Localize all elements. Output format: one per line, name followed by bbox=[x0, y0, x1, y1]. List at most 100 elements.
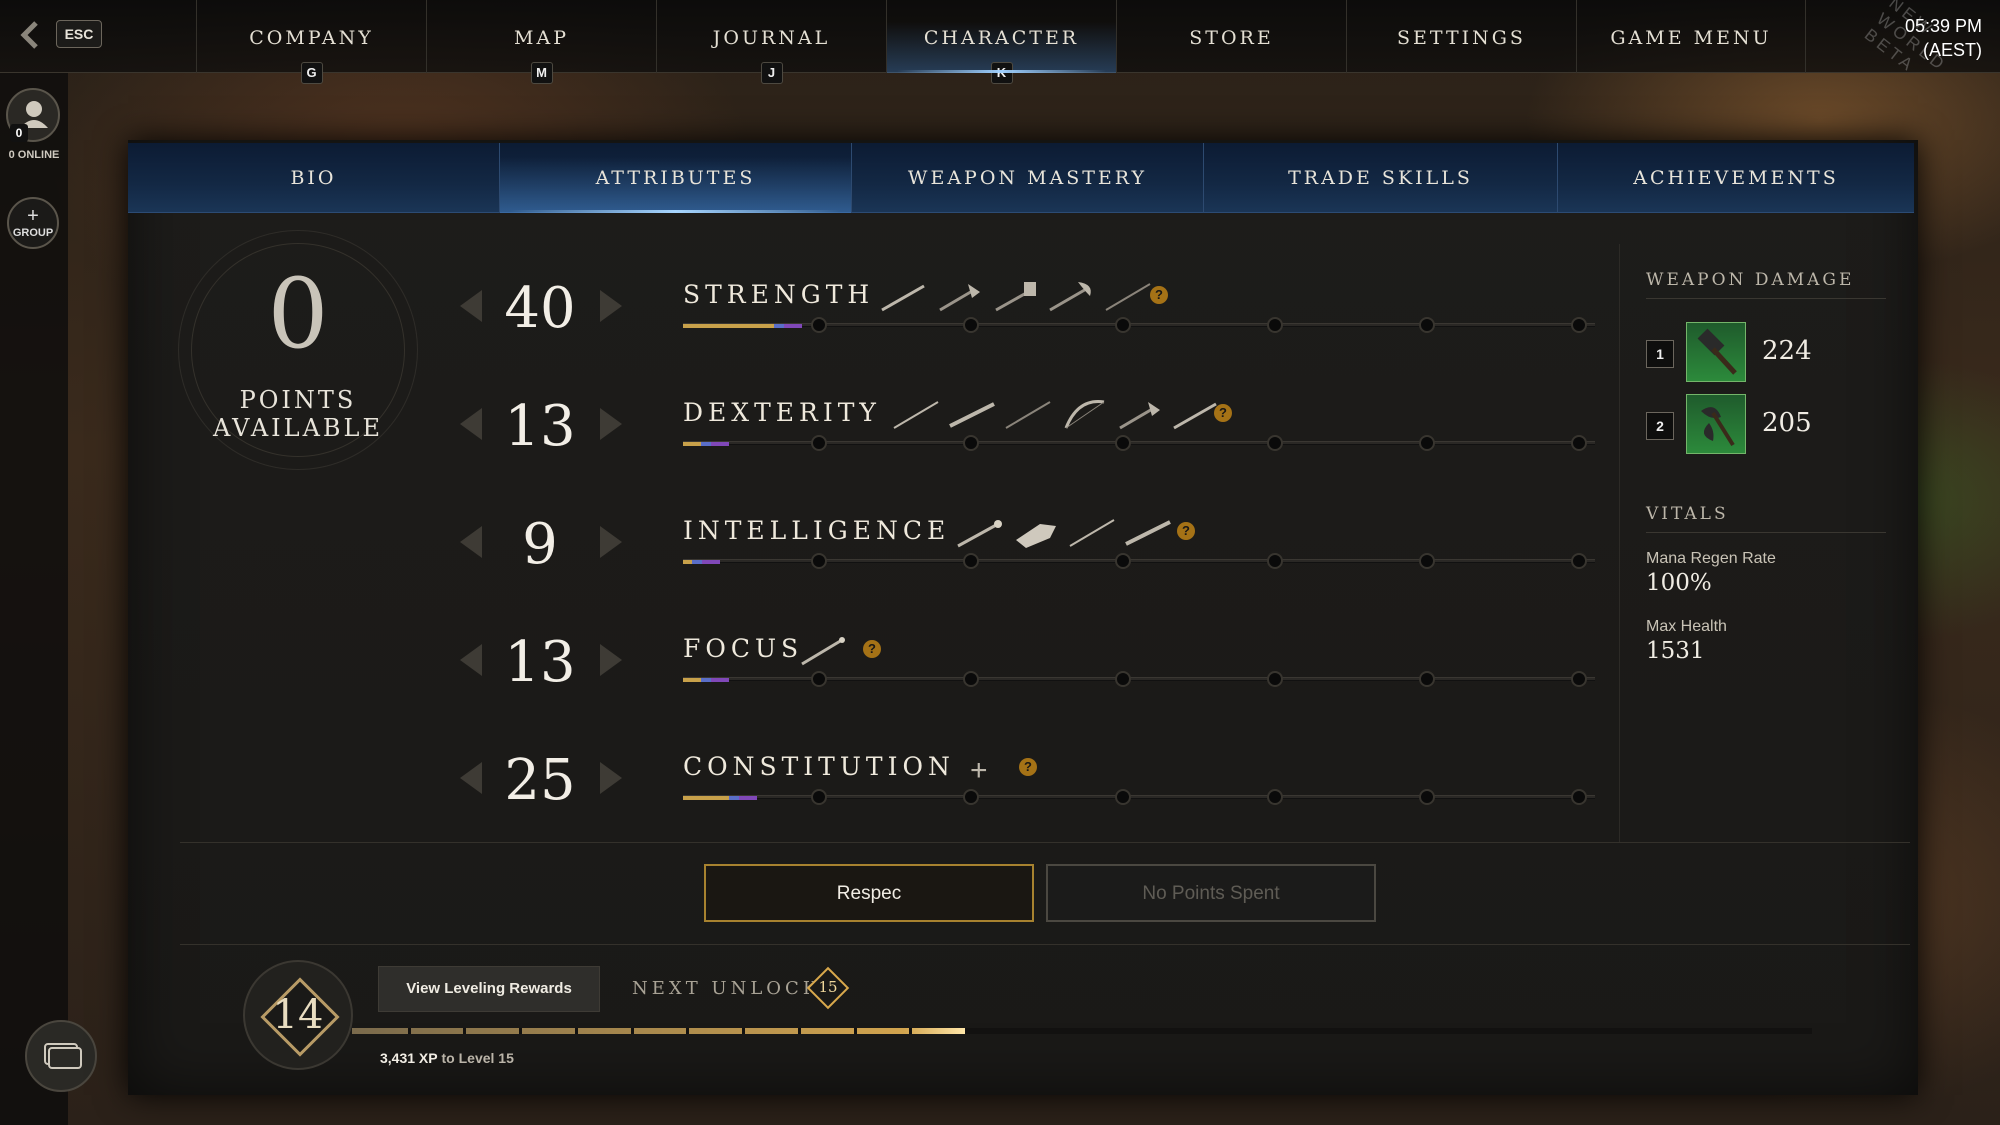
attribute-progress-track bbox=[683, 553, 1595, 569]
warhammer-icon bbox=[990, 280, 1042, 314]
threshold-node bbox=[1267, 789, 1283, 805]
points-available-label: POINTS AVAILABLE bbox=[178, 386, 418, 442]
tab-label: JOURNAL bbox=[712, 27, 831, 49]
help-icon[interactable]: ? bbox=[1214, 404, 1232, 422]
xp-segment-divider bbox=[630, 1028, 634, 1034]
tab-journal[interactable]: JOURNAL J bbox=[656, 0, 886, 84]
tab-map[interactable]: MAP M bbox=[426, 0, 656, 84]
tab-company[interactable]: COMPANY G bbox=[196, 0, 426, 84]
attribute-progress-fill-gear bbox=[711, 678, 729, 682]
xp-remaining-text: 3,431 XP to Level 15 bbox=[380, 1050, 514, 1066]
attribute-progress-fill-gear bbox=[702, 560, 720, 564]
sword-icon bbox=[878, 280, 930, 314]
help-icon[interactable]: ? bbox=[1150, 286, 1168, 304]
attribute-progress-track bbox=[683, 435, 1595, 451]
tab-label: COMPANY bbox=[249, 27, 374, 49]
threshold-node bbox=[1115, 671, 1131, 687]
attribute-progress-track bbox=[683, 789, 1595, 805]
attribute-progress-track bbox=[683, 671, 1595, 687]
chat-button[interactable] bbox=[25, 1020, 97, 1092]
decrease-arrow-button[interactable] bbox=[460, 526, 482, 558]
threshold-node bbox=[1115, 553, 1131, 569]
weapon-slot-1: 1 224 bbox=[1646, 322, 1896, 384]
threshold-node bbox=[963, 553, 979, 569]
spear-icon bbox=[1002, 398, 1054, 432]
xp-target-label: to Level 15 bbox=[441, 1050, 514, 1066]
attribute-name: CONSTITUTION bbox=[683, 752, 955, 781]
current-level: 14 bbox=[272, 992, 324, 1038]
increase-arrow-button[interactable] bbox=[600, 408, 622, 440]
increase-arrow-button[interactable] bbox=[600, 290, 622, 322]
decrease-arrow-button[interactable] bbox=[460, 644, 482, 676]
mana-regen-label: Mana Regen Rate bbox=[1646, 550, 1776, 567]
friends-button[interactable]: 0 bbox=[6, 88, 60, 142]
threshold-node bbox=[1115, 789, 1131, 805]
max-health-value: 1531 bbox=[1646, 638, 1705, 664]
help-icon[interactable]: ? bbox=[863, 640, 881, 658]
attribute-progress-fill-mod bbox=[729, 796, 739, 800]
respec-button[interactable]: Respec bbox=[704, 864, 1034, 922]
threshold-node bbox=[1267, 553, 1283, 569]
decrease-arrow-button[interactable] bbox=[460, 408, 482, 440]
musket-icon bbox=[946, 398, 998, 432]
tab-label: CHARACTER bbox=[923, 27, 1080, 49]
plus-icon: + bbox=[27, 205, 39, 227]
increase-arrow-button[interactable] bbox=[600, 762, 622, 794]
weapon-damage-value: 205 bbox=[1762, 408, 1812, 438]
help-icon[interactable]: ? bbox=[1019, 758, 1037, 776]
attribute-progress-fill-mod bbox=[701, 442, 711, 446]
tab-game-menu[interactable]: GAME MENU bbox=[1576, 0, 1806, 73]
online-count-label: 0 ONLINE bbox=[8, 149, 60, 161]
subtab-weapon-mastery[interactable]: WEAPON MASTERY bbox=[852, 143, 1204, 213]
no-points-spent-button[interactable]: No Points Spent bbox=[1046, 864, 1376, 922]
subtab-bio[interactable]: BIO bbox=[128, 143, 500, 213]
threshold-node bbox=[1419, 435, 1435, 451]
clock-timezone: (AEST) bbox=[1922, 40, 1982, 60]
next-unlock-level: 15 bbox=[818, 978, 838, 996]
increase-arrow-button[interactable] bbox=[600, 526, 622, 558]
subtab-attributes[interactable]: ATTRIBUTES bbox=[500, 143, 852, 213]
hotkey-badge: K bbox=[990, 62, 1013, 84]
attribute-value: 13 bbox=[504, 630, 576, 695]
xp-progress-fill bbox=[352, 1028, 966, 1034]
weapon-icons bbox=[878, 280, 1158, 314]
weapon-icons bbox=[954, 516, 1178, 550]
subtab-label: ATTRIBUTES bbox=[595, 167, 756, 189]
tab-settings[interactable]: SETTINGS bbox=[1346, 0, 1576, 73]
threshold-node bbox=[963, 789, 979, 805]
great-axe-icon bbox=[1046, 280, 1098, 314]
rapier-icon bbox=[1066, 516, 1118, 550]
threshold-node bbox=[1267, 435, 1283, 451]
group-button[interactable]: + GROUP bbox=[7, 197, 59, 249]
xp-segment-divider bbox=[742, 1028, 746, 1034]
view-leveling-rewards-button[interactable]: View Leveling Rewards bbox=[378, 966, 600, 1012]
mana-regen-value: 100% bbox=[1646, 570, 1712, 596]
subtab-trade-skills[interactable]: TRADE SKILLS bbox=[1204, 143, 1558, 213]
attribute-value: 25 bbox=[504, 748, 576, 813]
attribute-row-strength: 40 STRENGTH ? bbox=[460, 268, 1600, 368]
spear-icon bbox=[1102, 280, 1154, 314]
increase-arrow-button[interactable] bbox=[600, 644, 622, 676]
decrease-arrow-button[interactable] bbox=[460, 762, 482, 794]
great-axe-icon bbox=[1686, 394, 1746, 454]
attribute-progress-fill-gear bbox=[739, 796, 757, 800]
subtab-achievements[interactable]: ACHIEVEMENTS bbox=[1558, 143, 1914, 213]
esc-key-button[interactable]: ESC bbox=[56, 20, 102, 48]
help-icon[interactable]: ? bbox=[1177, 522, 1195, 540]
threshold-node bbox=[1267, 671, 1283, 687]
tab-store[interactable]: STORE bbox=[1116, 0, 1346, 73]
decrease-arrow-button[interactable] bbox=[460, 290, 482, 322]
gauntlet-icon bbox=[1010, 516, 1062, 550]
chat-icon bbox=[44, 1043, 82, 1069]
attribute-name: DEXTERITY bbox=[683, 398, 881, 427]
section-divider bbox=[180, 944, 1910, 945]
threshold-node bbox=[811, 789, 827, 805]
tab-character[interactable]: CHARACTER K bbox=[886, 0, 1116, 84]
back-arrow-icon[interactable] bbox=[16, 20, 46, 50]
clock-time: 05:39 PM bbox=[1904, 16, 1982, 36]
attribute-name: INTELLIGENCE bbox=[683, 516, 951, 545]
threshold-node bbox=[1571, 553, 1587, 569]
attribute-row-focus: 13 FOCUS ? bbox=[460, 622, 1600, 722]
attribute-progress-fill-mod bbox=[692, 560, 702, 564]
xp-segment-divider bbox=[909, 1028, 913, 1034]
